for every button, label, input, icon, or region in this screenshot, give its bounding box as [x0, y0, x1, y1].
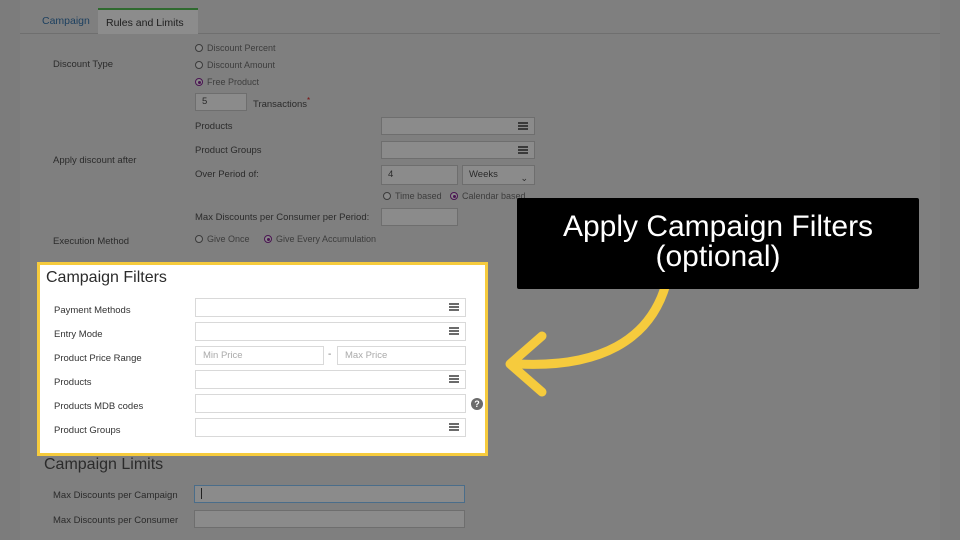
- max-per-campaign-input[interactable]: [194, 485, 465, 503]
- radio-label: Give Every Accumulation: [276, 234, 377, 244]
- list-icon: [518, 145, 528, 154]
- period-label: Over Period of:: [195, 169, 259, 180]
- transactions-text: Transactions: [253, 99, 308, 111]
- radio-calendar-based[interactable]: Calendar based: [450, 191, 526, 201]
- arrow-curve: [513, 280, 671, 369]
- radio-icon: [195, 61, 203, 69]
- discount-type-label: Discount Type: [53, 59, 114, 70]
- radio-icon: [195, 235, 203, 243]
- chevron-down-icon: ⌄: [520, 173, 528, 183]
- campaign-filters-panel: Campaign Filters Payment Methods Entry M…: [37, 262, 488, 456]
- filter-products-label: Products: [54, 377, 92, 388]
- text-cursor: [201, 488, 202, 499]
- max-per-campaign-label: Max Discounts per Campaign: [53, 490, 178, 501]
- mdb-codes-input[interactable]: [195, 394, 466, 413]
- tab-bar: Campaign Rules and Limits: [20, 8, 940, 34]
- tab-rules-and-limits[interactable]: Rules and Limits: [98, 8, 198, 34]
- callout-line-2: (optional): [655, 240, 781, 273]
- annotation-callout: Apply Campaign Filters (optional): [517, 198, 919, 289]
- period-value-input[interactable]: 4: [381, 165, 458, 185]
- mdb-codes-label: Products MDB codes: [54, 401, 144, 412]
- radio-selected-icon: [195, 78, 203, 86]
- required-mark: *: [307, 96, 311, 105]
- radio-label: Calendar based: [462, 191, 526, 201]
- callout-line-1: Apply Campaign Filters: [562, 210, 874, 243]
- radio-icon: [195, 44, 203, 52]
- products-label: Products: [195, 121, 233, 132]
- radio-give-once[interactable]: Give Once: [195, 234, 250, 244]
- radio-discount-amount[interactable]: Discount Amount: [195, 60, 275, 70]
- campaign-limits-title: Campaign Limits: [44, 456, 164, 473]
- payment-methods-select[interactable]: [195, 298, 466, 317]
- price-range-label: Product Price Range: [54, 353, 142, 364]
- radio-time-based[interactable]: Time based: [383, 191, 442, 201]
- list-icon: [449, 422, 459, 431]
- radio-label: Discount Percent: [207, 43, 276, 53]
- radio-selected-icon: [450, 192, 458, 200]
- transactions-label: Transactions*: [253, 96, 310, 110]
- list-icon: [449, 374, 459, 383]
- radio-label: Give Once: [207, 234, 250, 244]
- max-price-input[interactable]: Max Price: [337, 346, 466, 365]
- min-price-input[interactable]: Min Price: [195, 346, 324, 365]
- product-groups-label: Product Groups: [195, 145, 262, 156]
- transactions-input[interactable]: 5: [195, 93, 247, 111]
- help-icon[interactable]: ?: [471, 398, 483, 410]
- max-per-consumer-label: Max Discounts per Consumer: [53, 515, 179, 526]
- product-groups-select[interactable]: [381, 141, 535, 159]
- radio-discount-percent[interactable]: Discount Percent: [195, 43, 276, 53]
- apply-after-label: Apply discount after: [53, 155, 137, 166]
- list-icon: [449, 326, 459, 335]
- period-unit-value: Weeks: [469, 169, 498, 180]
- radio-give-every-accumulation[interactable]: Give Every Accumulation: [264, 234, 376, 244]
- radio-label: Free Product: [207, 77, 260, 87]
- execution-method-label: Execution Method: [53, 236, 130, 247]
- entry-mode-select[interactable]: [195, 322, 466, 341]
- list-icon: [518, 121, 528, 130]
- radio-icon: [383, 192, 391, 200]
- radio-selected-icon: [264, 235, 272, 243]
- products-select[interactable]: [381, 117, 535, 135]
- filter-products-select[interactable]: [195, 370, 466, 389]
- campaign-filters-title: Campaign Filters: [46, 269, 167, 286]
- radio-label: Time based: [395, 191, 442, 201]
- max-per-consumer-period-label: Max Discounts per Consumer per Period:: [195, 212, 370, 223]
- period-unit-select[interactable]: Weeks ⌄: [462, 165, 535, 185]
- payment-methods-label: Payment Methods: [54, 305, 131, 316]
- entry-mode-label: Entry Mode: [54, 329, 103, 340]
- filter-product-groups-select[interactable]: [195, 418, 466, 437]
- annotation-arrow: [505, 280, 671, 397]
- radio-label: Discount Amount: [207, 60, 276, 70]
- radio-free-product[interactable]: Free Product: [195, 77, 259, 87]
- max-per-consumer-input[interactable]: [194, 510, 465, 528]
- range-separator: -: [328, 349, 332, 360]
- list-icon: [449, 302, 459, 311]
- tab-campaign[interactable]: Campaign: [34, 8, 98, 34]
- max-per-consumer-period-input[interactable]: [381, 208, 458, 226]
- filter-product-groups-label: Product Groups: [54, 425, 121, 436]
